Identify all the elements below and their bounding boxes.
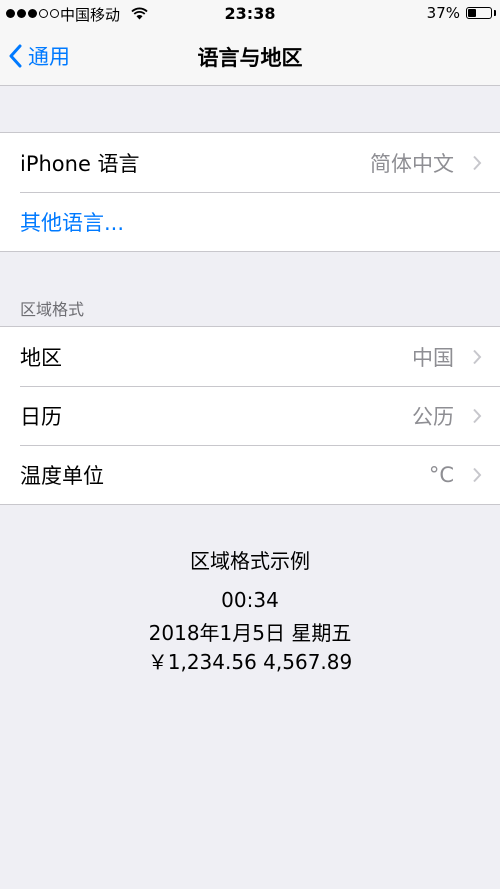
chevron-right-icon	[473, 155, 482, 171]
calendar-label: 日历	[20, 404, 62, 429]
navigation-bar: 通用 语言与地区	[0, 28, 500, 86]
iphone-language-row[interactable]: iPhone 语言 简体中文	[0, 133, 500, 192]
status-bar: 中国移动 23:38 37%	[0, 0, 500, 28]
example-numbers: ￥1,234.56 4,567.89	[147, 650, 353, 674]
battery-icon	[466, 7, 492, 19]
temperature-unit-value: °C	[428, 462, 454, 487]
temperature-unit-label: 温度单位	[20, 463, 104, 488]
status-time: 23:38	[224, 4, 276, 23]
chevron-right-icon	[473, 349, 482, 365]
other-languages-link[interactable]: 其他语言...	[20, 207, 124, 237]
temperature-unit-row[interactable]: 温度单位 °C	[0, 445, 500, 504]
other-languages-row[interactable]: 其他语言...	[0, 192, 500, 251]
battery-tip	[494, 10, 496, 16]
language-group: iPhone 语言 简体中文 其他语言...	[0, 132, 500, 252]
calendar-value: 公历	[412, 404, 454, 429]
region-value: 中国	[412, 345, 454, 370]
calendar-row[interactable]: 日历 公历	[0, 386, 500, 445]
chevron-right-icon	[473, 408, 482, 424]
example-date: 2018年1月5日 星期五	[148, 621, 352, 645]
iphone-language-value: 简体中文	[370, 151, 454, 176]
chevron-right-icon	[473, 467, 482, 483]
region-format-header: 区域格式	[20, 300, 85, 319]
battery-percentage: 37%	[426, 4, 460, 22]
region-row[interactable]: 地区 中国	[0, 327, 500, 386]
page-title: 语言与地区	[197, 46, 303, 70]
example-time: 00:34	[221, 588, 279, 612]
region-format-group: 地区 中国 日历 公历 温度单位 °C	[0, 326, 500, 505]
region-format-example-title: 区域格式示例	[190, 549, 310, 573]
region-label: 地区	[20, 345, 62, 370]
iphone-language-label: iPhone 语言	[20, 151, 140, 176]
